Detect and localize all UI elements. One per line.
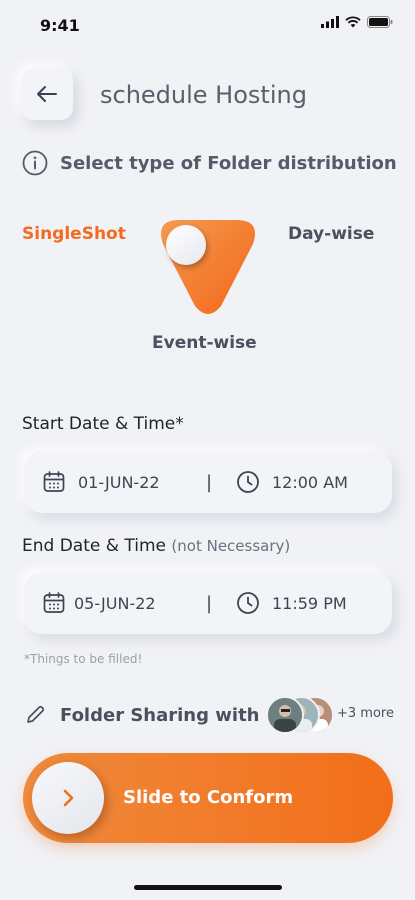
end-date-field[interactable]: 05-JUN-22 | 11:59 PM xyxy=(24,572,392,634)
arrow-left-icon xyxy=(37,86,57,102)
home-indicator[interactable] xyxy=(134,885,282,890)
battery-icon xyxy=(367,16,393,28)
required-hint: *Things to be filled! xyxy=(24,652,143,666)
option-day-wise[interactable]: Day-wise xyxy=(288,224,374,244)
more-shared-count[interactable]: +3 more xyxy=(337,706,394,721)
end-date-label: End Date & Time (not Necessary) xyxy=(22,536,290,556)
field-separator: | xyxy=(206,592,213,614)
chevron-right-icon xyxy=(63,789,74,807)
page-title: schedule Hosting xyxy=(100,81,307,109)
option-singleshot[interactable]: SingleShot xyxy=(22,224,126,244)
start-date-value[interactable]: 01-JUN-22 xyxy=(78,473,160,492)
start-date-field[interactable]: 01-JUN-22 | 12:00 AM xyxy=(24,451,392,513)
slide-to-confirm-label: Slide to Conform xyxy=(123,787,294,808)
distribution-info-row: Select type of Folder distribution xyxy=(22,150,397,176)
folder-sharing-label: Folder Sharing with xyxy=(60,704,260,726)
wifi-icon xyxy=(345,16,361,28)
folder-sharing-row[interactable]: Folder Sharing with xyxy=(24,704,260,726)
end-date-label-note: (not Necessary) xyxy=(171,537,291,555)
signal-icon xyxy=(321,16,339,28)
start-date-label: Start Date & Time* xyxy=(22,414,184,434)
shared-avatars[interactable] xyxy=(266,696,336,734)
avatar xyxy=(266,696,304,734)
field-separator: | xyxy=(206,471,213,493)
slide-to-confirm-handle[interactable] xyxy=(32,762,104,834)
status-time: 9:41 xyxy=(40,16,80,35)
selector-knob[interactable] xyxy=(166,225,206,265)
clock-icon xyxy=(237,471,259,493)
back-button[interactable] xyxy=(21,68,73,120)
clock-icon xyxy=(237,592,259,614)
status-icons xyxy=(321,16,393,28)
pencil-icon xyxy=(27,705,45,723)
start-time-value[interactable]: 12:00 AM xyxy=(272,473,348,492)
end-time-value[interactable]: 11:59 PM xyxy=(272,594,347,613)
option-event-wise[interactable]: Event-wise xyxy=(152,333,257,353)
info-icon xyxy=(22,150,48,176)
end-date-value[interactable]: 05-JUN-22 xyxy=(74,594,156,613)
calendar-icon xyxy=(43,592,65,613)
calendar-icon xyxy=(43,471,65,492)
end-date-label-text: End Date & Time xyxy=(22,536,167,556)
distribution-label: Select type of Folder distribution xyxy=(60,152,397,174)
